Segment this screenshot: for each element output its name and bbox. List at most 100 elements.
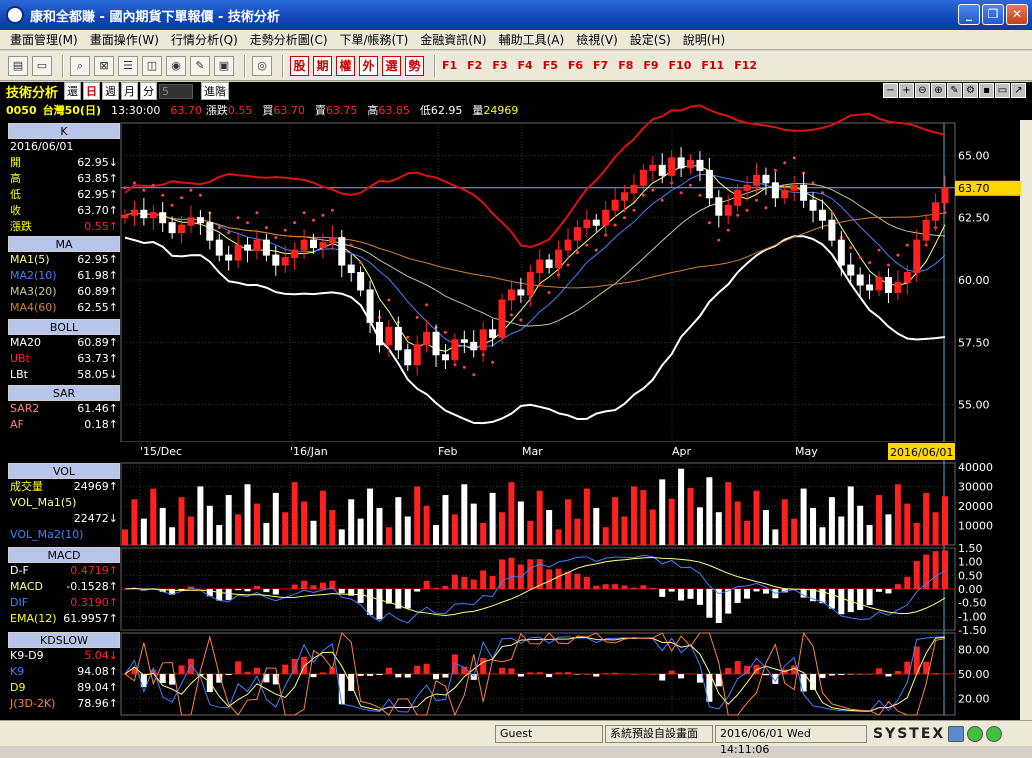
sar-dot (736, 214, 739, 217)
candle-body (603, 210, 609, 225)
volume-bar (753, 491, 759, 545)
sar-dots (124, 156, 947, 376)
volume-bar (518, 501, 524, 545)
candle-body (659, 165, 665, 175)
sar-dot (642, 194, 645, 197)
candle-body (471, 342, 477, 349)
kd-bar (188, 659, 194, 674)
volume-bar (395, 497, 401, 545)
systex-logo: SYSTEX (873, 726, 945, 742)
volume-bar (329, 510, 335, 545)
macd-bar (442, 586, 448, 589)
macd-bar (471, 580, 477, 589)
candle-body (358, 273, 364, 290)
kd-bar (179, 665, 185, 674)
candle-body (282, 258, 288, 265)
macd-bar (461, 577, 467, 589)
candle-body (669, 158, 675, 175)
kd-bar (565, 672, 571, 674)
candle-body (706, 170, 712, 197)
connection-status-icon (967, 726, 983, 742)
volume-bar (791, 519, 797, 545)
sar-dot (812, 181, 815, 184)
sar-dot (171, 204, 174, 207)
kd-bar (282, 665, 288, 674)
kd-bar (725, 668, 731, 674)
macd-bar (405, 589, 411, 609)
volume-bar (640, 490, 646, 545)
volume-bar (188, 516, 194, 545)
sar-dot (303, 211, 306, 214)
sar-dot (406, 336, 409, 339)
volume-bar (499, 512, 505, 545)
volume-bar (895, 484, 901, 545)
kd-bar (518, 674, 524, 677)
volume-bar (508, 482, 514, 545)
volume-bar (669, 499, 675, 545)
volume-bar (358, 519, 364, 545)
macd-axis-label: 0.50 (958, 569, 983, 582)
macd-bar (885, 589, 891, 593)
candle-body (933, 203, 939, 220)
candle-body (508, 290, 514, 300)
kd-bar (358, 674, 364, 676)
volume-bar (226, 495, 232, 545)
chart-canvas[interactable]: '15/Dec'16/JanFebMarAprMay2016/06/0165.0… (0, 0, 1032, 720)
volume-bar (574, 519, 580, 545)
sar-dot (180, 196, 183, 199)
kd-bar (659, 674, 665, 680)
sar-dot (463, 366, 466, 369)
network-icon[interactable] (948, 726, 964, 742)
volume-bar (857, 506, 863, 545)
lower-band-line (125, 236, 945, 423)
time-axis-label: '16/Jan (290, 445, 328, 458)
volume-bar (659, 479, 665, 545)
status-user: Guest (495, 725, 603, 743)
sar-dot (274, 236, 277, 239)
candle-body (791, 185, 797, 190)
volume-bar (301, 501, 307, 545)
macd-bar (424, 581, 430, 589)
sar-dot (124, 186, 127, 189)
candle-body (697, 160, 703, 170)
chart-grid (121, 123, 955, 715)
sar-dot (218, 226, 221, 229)
volume-bar (565, 499, 571, 545)
volume-bar (829, 497, 835, 545)
candle-body (574, 228, 580, 240)
candle-body (499, 300, 505, 337)
sar-dot (887, 264, 890, 267)
status-bar: Guest 系統預設自設畫面 2016/06/01 Wed 14:11:06 S… (0, 720, 1032, 746)
macd-bar (301, 581, 307, 589)
kd-bar (735, 661, 741, 674)
volume-bar (273, 493, 279, 545)
kd-bar (320, 672, 326, 674)
time-axis-label: Mar (522, 445, 543, 458)
macd-bar (311, 585, 317, 589)
volume-bar (216, 525, 222, 545)
price-axis-label: 57.50 (958, 336, 990, 349)
kd-bar (810, 674, 816, 690)
sar-dot (227, 231, 230, 234)
volume-bar (122, 529, 128, 545)
kd-bar (546, 674, 552, 677)
macd-bar (490, 576, 496, 589)
candle-body (452, 340, 458, 360)
sar-dot (491, 361, 494, 364)
sar-dot (774, 169, 777, 172)
volume-bar (838, 516, 844, 545)
macd-bar (876, 589, 882, 592)
kd-bar (311, 674, 317, 677)
sar-dot (783, 161, 786, 164)
vol-axis-label: 40000 (958, 461, 993, 474)
kd-bar (254, 668, 260, 674)
candle-body (914, 240, 920, 272)
price-axis-label: 55.00 (958, 399, 990, 412)
candle-body (329, 238, 335, 243)
volume-bar (386, 527, 392, 545)
kd-bar (537, 672, 543, 674)
macd-bar (763, 589, 769, 594)
candle-body (461, 340, 467, 342)
kd-bar (405, 674, 411, 677)
volume-bar (150, 489, 156, 545)
